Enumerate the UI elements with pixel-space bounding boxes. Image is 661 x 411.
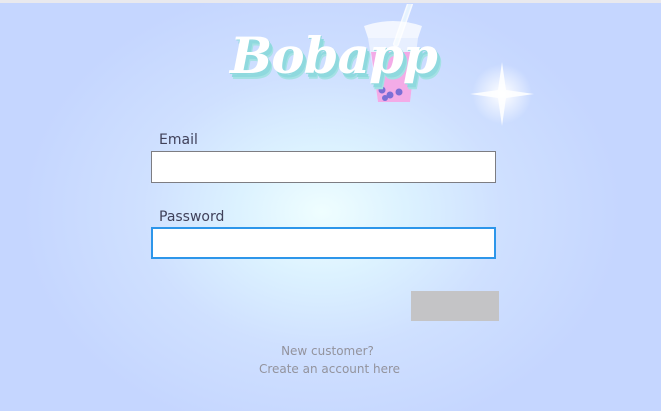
create-account-link[interactable]: Create an account here [0,362,660,376]
password-label: Password [159,209,225,225]
new-customer-prompt: New customer? [281,344,374,358]
sparkle-icon [470,62,534,126]
password-field[interactable] [151,227,496,259]
brand-logo: Bobapp [226,4,438,104]
login-button[interactable] [411,291,499,321]
email-field[interactable] [151,151,496,183]
brand-name: Bobapp [230,26,438,85]
top-border [0,0,661,3]
email-label: Email [159,132,198,148]
